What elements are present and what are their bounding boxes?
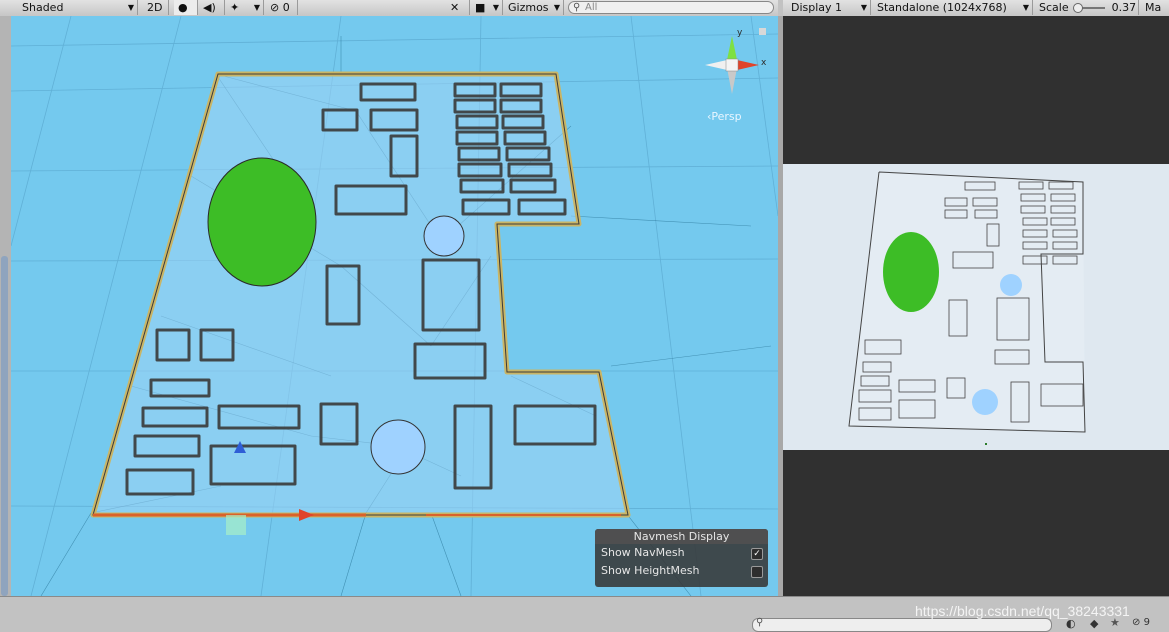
- axis-y-label: y: [737, 28, 743, 38]
- scale-slider-track[interactable]: [1073, 3, 1106, 13]
- camera-icon: ■: [475, 1, 486, 14]
- game-view[interactable]: [783, 16, 1169, 596]
- effects-icon: ✦: [230, 1, 240, 14]
- orientation-gizmo[interactable]: y x ‹Persp: [697, 28, 767, 123]
- hidden-objects-toggle[interactable]: ⊘ 0: [266, 0, 298, 15]
- green-area: [207, 157, 317, 287]
- speaker-icon: ◀): [203, 1, 216, 14]
- show-heightmesh-row[interactable]: Show HeightMesh: [595, 562, 768, 580]
- lightbulb-icon: ●: [178, 1, 188, 14]
- show-navmesh-checkbox[interactable]: ✓: [751, 548, 763, 560]
- eye-off-icon: ⊘: [1132, 617, 1141, 628]
- left-scrollbar[interactable]: [1, 256, 8, 596]
- effects-dropdown[interactable]: ✦ ▼: [226, 0, 264, 15]
- scene-view[interactable]: y x ‹Persp Navmesh Display Show NavMesh …: [11, 16, 778, 596]
- layer-count: 9: [1143, 617, 1150, 628]
- show-navmesh-row[interactable]: Show NavMesh ✓: [595, 544, 768, 562]
- watermark-text: https://blog.csdn.net/qq_38243331: [915, 603, 1130, 619]
- game-render: [783, 164, 1169, 450]
- gizmos-dropdown[interactable]: Gizmos ▼: [504, 0, 564, 15]
- lighting-toggle[interactable]: ●: [174, 0, 198, 15]
- chevron-down-icon: ▼: [492, 3, 499, 12]
- shading-mode-label: Shaded: [22, 1, 64, 14]
- scene-toolbar: Shaded ▼ 2D ● ◀) ✦ ▼ ⊘ 0 ✕ ■ ▼ Gizmos ▼ …: [0, 0, 778, 17]
- maximize-label: Ma: [1145, 1, 1162, 14]
- scale-label: Scale: [1039, 1, 1069, 14]
- audio-toggle[interactable]: ◀): [199, 0, 225, 15]
- tools-toggle[interactable]: ✕: [446, 0, 470, 15]
- light-gizmo: [226, 515, 246, 535]
- scale-control[interactable]: Scale 0.37: [1035, 0, 1139, 15]
- scene-search-input[interactable]: ⚲ All: [568, 1, 774, 14]
- search-icon: ⚲: [756, 617, 764, 628]
- wrench-icon: ✕: [450, 1, 460, 14]
- bottom-search-input[interactable]: ⚲: [752, 617, 1052, 632]
- scene-canvas: [11, 16, 778, 596]
- search-icon: ⚲: [573, 2, 581, 13]
- blue-area: [370, 419, 426, 475]
- scale-slider-thumb[interactable]: [1073, 3, 1084, 13]
- axis-x-label: x: [761, 58, 767, 68]
- show-heightmesh-label: Show HeightMesh: [601, 564, 700, 577]
- resolution-dropdown[interactable]: Standalone (1024x768) ▼: [873, 0, 1033, 15]
- chevron-down-icon: ▼: [860, 3, 867, 12]
- navmesh-display-panel: Navmesh Display Show NavMesh ✓ Show Heig…: [595, 529, 768, 587]
- shading-mode-dropdown[interactable]: Shaded ▼: [18, 0, 138, 15]
- persp-label[interactable]: ‹Persp: [707, 110, 742, 123]
- show-navmesh-label: Show NavMesh: [601, 546, 685, 559]
- resolution-label: Standalone (1024x768): [877, 1, 1007, 14]
- hidden-count: 0: [282, 1, 290, 14]
- display-dropdown[interactable]: Display 1 ▼: [787, 0, 871, 15]
- show-heightmesh-checkbox[interactable]: [751, 566, 763, 578]
- gizmo-lock-icon[interactable]: [759, 28, 766, 35]
- scene-search-placeholder: All: [585, 2, 598, 13]
- scale-value: 0.37: [1111, 1, 1137, 14]
- mode-2d-toggle[interactable]: 2D: [143, 0, 169, 15]
- axis-gizmo-graphic: [705, 36, 759, 94]
- chevron-down-icon: ▼: [127, 3, 134, 12]
- hidden-layers-toggle[interactable]: ⊘ 9: [1132, 617, 1150, 628]
- game-render-graphic: [848, 171, 1086, 445]
- game-toolbar: Display 1 ▼ Standalone (1024x768) ▼ Scal…: [783, 0, 1169, 17]
- chevron-down-icon: ▼: [553, 3, 560, 12]
- display-label: Display 1: [791, 1, 843, 14]
- camera-dropdown[interactable]: ■ ▼: [471, 0, 503, 15]
- bottom-bar: ⚲ ◐ ◆ ★ ⊘ 9 https://blog.csdn.net/qq_382…: [0, 596, 1169, 632]
- mode-2d-label: 2D: [147, 1, 163, 14]
- chevron-down-icon: ▼: [253, 3, 260, 12]
- eye-off-icon: ⊘: [270, 1, 280, 14]
- navmesh-display-title: Navmesh Display: [595, 529, 768, 544]
- gizmos-label: Gizmos: [508, 1, 549, 14]
- maximize-toggle[interactable]: Ma: [1141, 0, 1169, 15]
- chevron-down-icon: ▼: [1022, 3, 1029, 12]
- blue-area: [423, 215, 465, 257]
